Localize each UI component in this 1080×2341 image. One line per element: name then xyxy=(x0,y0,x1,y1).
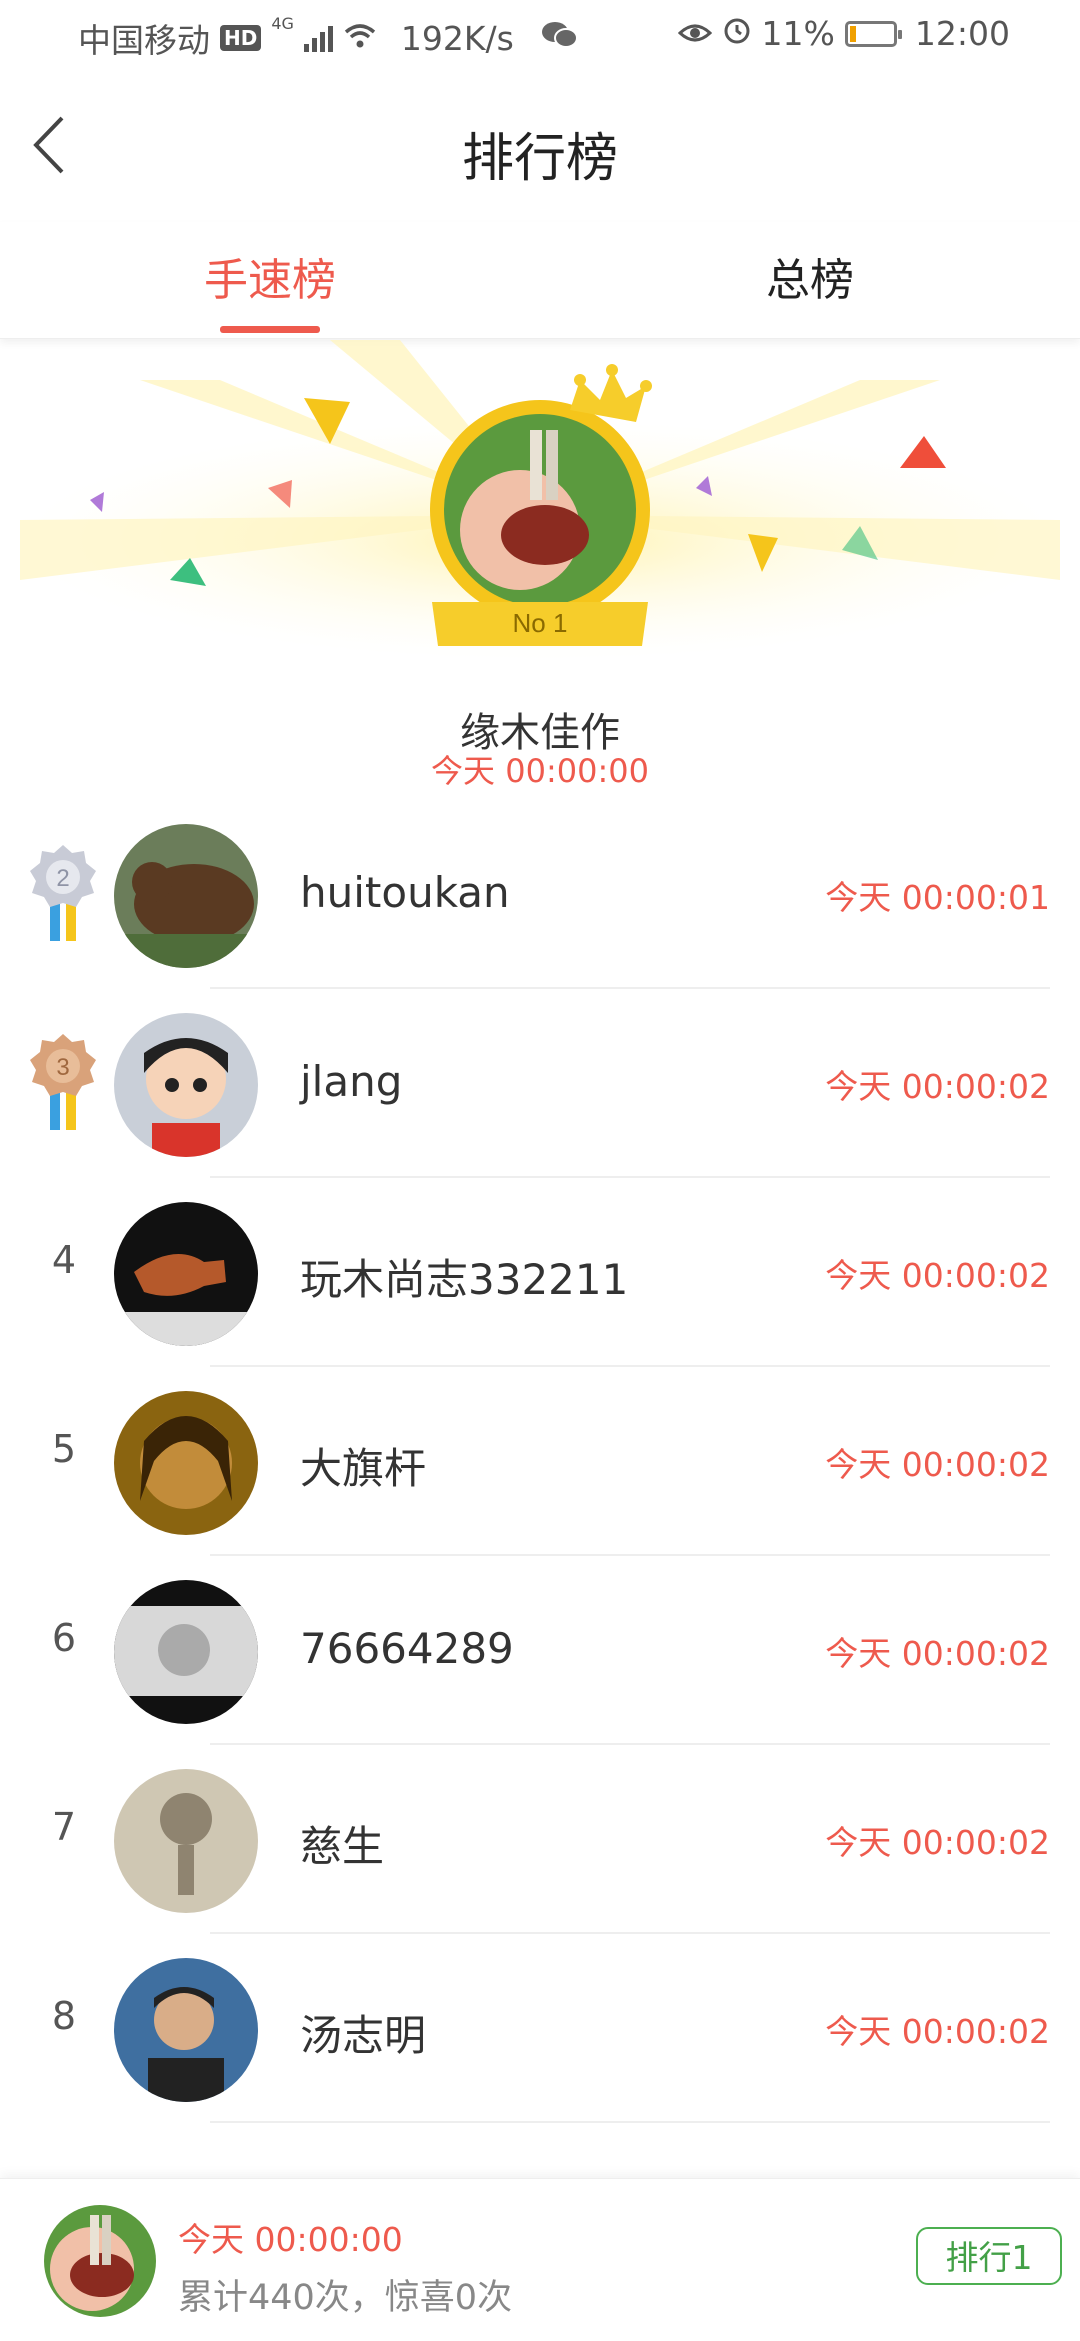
sunburst-decoration: No 1 xyxy=(20,340,1060,660)
clock-time: 12:00 xyxy=(914,14,1010,53)
battery-icon xyxy=(844,20,902,47)
divider xyxy=(210,2121,1050,2123)
avatar[interactable] xyxy=(114,1769,258,1913)
user-name: 76664289 xyxy=(300,1624,514,1673)
rank-number: 6 xyxy=(51,1616,77,1660)
record-time: 今天 00:00:02 xyxy=(825,1634,1050,1673)
list-item[interactable]: 5 大旗杆 今天 00:00:02 xyxy=(0,1367,1080,1556)
rank-number: 7 xyxy=(51,1805,77,1849)
record-time: 今天 00:00:02 xyxy=(825,1445,1050,1484)
my-stats: 累计440次，惊喜0次 xyxy=(178,2278,513,2318)
record-time: 今天 00:00:02 xyxy=(825,2012,1050,2051)
eye-icon xyxy=(677,14,712,53)
my-rank-bar: 今天 00:00:00 累计440次，惊喜0次 排行1 xyxy=(0,2178,1080,2341)
list-item[interactable]: 3 jlang 今天 00:00:02 xyxy=(0,989,1080,1178)
battery-percent: 11% xyxy=(761,14,835,53)
list-item[interactable]: 2 huitoukan 今天 00:00:01 xyxy=(0,800,1080,989)
tab-overall[interactable]: 总榜 xyxy=(540,244,1080,308)
avatar[interactable] xyxy=(114,1580,258,1724)
record-time: 今天 00:00:02 xyxy=(825,1067,1050,1106)
tab-active-indicator xyxy=(220,326,320,333)
wechat-icon xyxy=(540,19,580,58)
status-bar: 中国移动 HD 4G 192K/s 11% 12:00 xyxy=(0,0,1080,72)
user-name: 汤志明 xyxy=(300,2011,427,2060)
tab-bar: 手速榜 总榜 xyxy=(0,222,1080,339)
user-name: huitoukan xyxy=(300,868,510,917)
bronze-medal-icon: 3 xyxy=(30,1034,96,1130)
my-rank-button[interactable]: 排行1 xyxy=(916,2227,1062,2285)
title-bar: 排行榜 xyxy=(0,72,1080,222)
avatar[interactable] xyxy=(114,1013,258,1157)
rank-number: 4 xyxy=(51,1238,77,1282)
list-item[interactable]: 4 玩木尚志332211 今天 00:00:02 xyxy=(0,1178,1080,1367)
user-name: 大旗杆 xyxy=(300,1444,427,1493)
list-item[interactable]: 8 汤志明 今天 00:00:02 xyxy=(0,1934,1080,2123)
list-item[interactable]: 7 慈生 今天 00:00:02 xyxy=(0,1745,1080,1934)
my-avatar[interactable] xyxy=(44,2205,156,2317)
avatar[interactable] xyxy=(114,824,258,968)
rank-number: 3 xyxy=(56,1054,69,1081)
network-label: 4G xyxy=(271,14,294,33)
rank-number: 8 xyxy=(51,1994,77,2038)
list-item[interactable]: 6 76664289 今天 00:00:02 xyxy=(0,1556,1080,1745)
user-name: 玩木尚志332211 xyxy=(300,1255,629,1304)
avatar[interactable] xyxy=(114,1391,258,1535)
record-time: 今天 00:00:02 xyxy=(825,1823,1050,1862)
avatar[interactable] xyxy=(114,1958,258,2102)
network-speed: 192K/s xyxy=(400,18,514,58)
record-time: 今天 00:00:02 xyxy=(825,1256,1050,1295)
alarm-icon xyxy=(722,14,752,53)
avatar[interactable] xyxy=(114,1202,258,1346)
silver-medal-icon: 2 xyxy=(30,845,96,941)
confetti xyxy=(900,436,946,468)
tab-speed[interactable]: 手速榜 xyxy=(0,244,540,308)
wifi-icon xyxy=(343,19,377,58)
rank-number: 5 xyxy=(51,1427,77,1471)
user-name: 慈生 xyxy=(300,1822,385,1871)
my-time: 今天 00:00:00 xyxy=(178,2220,403,2259)
hd-icon: HD xyxy=(220,25,262,51)
carrier-label: 中国移动 xyxy=(78,21,210,60)
page-title: 排行榜 xyxy=(461,129,618,189)
user-name: jlang xyxy=(300,1057,403,1106)
top1-badge: No 1 xyxy=(513,608,568,638)
record-time: 今天 00:00:01 xyxy=(825,878,1050,917)
signal-icon xyxy=(303,24,333,52)
top1-time: 今天 00:00:00 xyxy=(431,752,649,790)
rank-number: 2 xyxy=(56,865,69,892)
